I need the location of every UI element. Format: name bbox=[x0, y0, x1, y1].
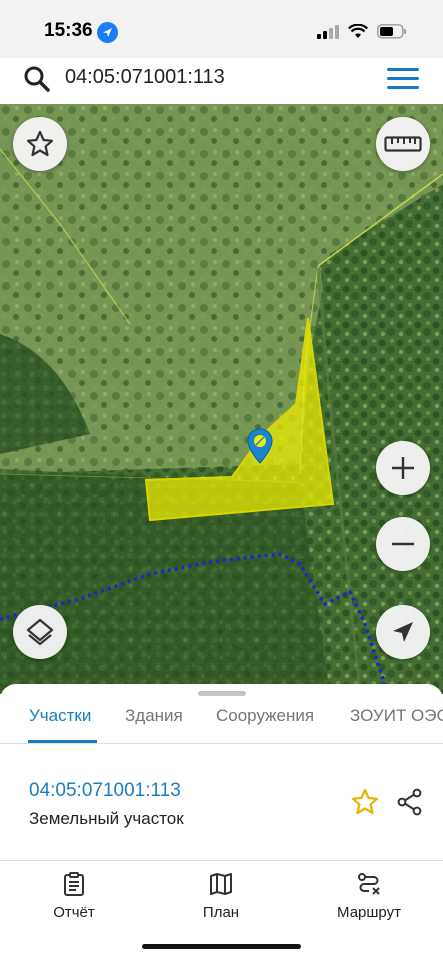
ruler-button[interactable] bbox=[376, 117, 430, 171]
favorite-map-button[interactable] bbox=[13, 117, 67, 171]
home-indicator[interactable] bbox=[142, 944, 301, 949]
nav-route-label: Маршрут bbox=[337, 904, 401, 921]
nav-plan-label: План bbox=[202, 904, 240, 921]
ruler-icon bbox=[384, 136, 422, 152]
wifi-icon bbox=[348, 24, 368, 38]
tab-plots[interactable]: Участки bbox=[29, 706, 91, 726]
zoom-in-icon bbox=[392, 457, 414, 479]
signal-icon bbox=[317, 24, 339, 39]
category-tabs: Участки Здания Сооружения ЗОУИТ ОЭС bbox=[0, 704, 443, 744]
location-arrow-icon bbox=[393, 622, 413, 642]
route-icon bbox=[358, 873, 380, 895]
battery-icon bbox=[377, 24, 406, 39]
nav-report-label: Отчёт bbox=[53, 904, 95, 921]
location-services-icon bbox=[97, 22, 118, 43]
satellite-imagery bbox=[0, 104, 443, 694]
star-icon bbox=[26, 130, 54, 157]
sheet-drag-handle[interactable] bbox=[198, 691, 246, 696]
zoom-out-icon bbox=[392, 542, 414, 546]
map-marker-icon[interactable] bbox=[247, 428, 273, 464]
status-time: 15:36 bbox=[44, 20, 93, 41]
layers-icon bbox=[26, 618, 54, 646]
search-input[interactable]: 04:05:071001:113 bbox=[65, 66, 225, 89]
status-indicators bbox=[317, 24, 407, 39]
my-location-button[interactable] bbox=[376, 605, 430, 659]
status-bar: 15:36 bbox=[0, 0, 443, 58]
sheet-divider bbox=[0, 860, 443, 861]
tab-structures[interactable]: Сооружения bbox=[216, 706, 314, 726]
parcel-number[interactable]: 04:05:071001:113 bbox=[29, 780, 181, 802]
map-plan-icon bbox=[210, 873, 232, 895]
share-icon[interactable] bbox=[396, 788, 424, 816]
menu-icon[interactable] bbox=[387, 68, 419, 90]
layers-button[interactable] bbox=[13, 605, 67, 659]
tab-zouit[interactable]: ЗОУИТ ОЭС bbox=[350, 706, 443, 726]
nav-plan[interactable]: План bbox=[166, 870, 276, 921]
map-view[interactable] bbox=[0, 104, 443, 694]
favorite-star-icon[interactable] bbox=[350, 788, 380, 816]
zoom-in-button[interactable] bbox=[376, 441, 430, 495]
tab-buildings[interactable]: Здания bbox=[125, 706, 183, 726]
zoom-out-button[interactable] bbox=[376, 517, 430, 571]
search-icon[interactable] bbox=[23, 65, 51, 93]
tabs-divider bbox=[0, 743, 443, 744]
nav-report[interactable]: Отчёт bbox=[19, 870, 129, 921]
search-bar[interactable]: 04:05:071001:113 bbox=[7, 58, 437, 98]
bottom-sheet: Участки Здания Сооружения ЗОУИТ ОЭС 04:0… bbox=[0, 684, 443, 960]
nav-route[interactable]: Маршрут bbox=[314, 870, 424, 921]
report-icon bbox=[64, 872, 84, 896]
parcel-type: Земельный участок bbox=[29, 809, 184, 828]
